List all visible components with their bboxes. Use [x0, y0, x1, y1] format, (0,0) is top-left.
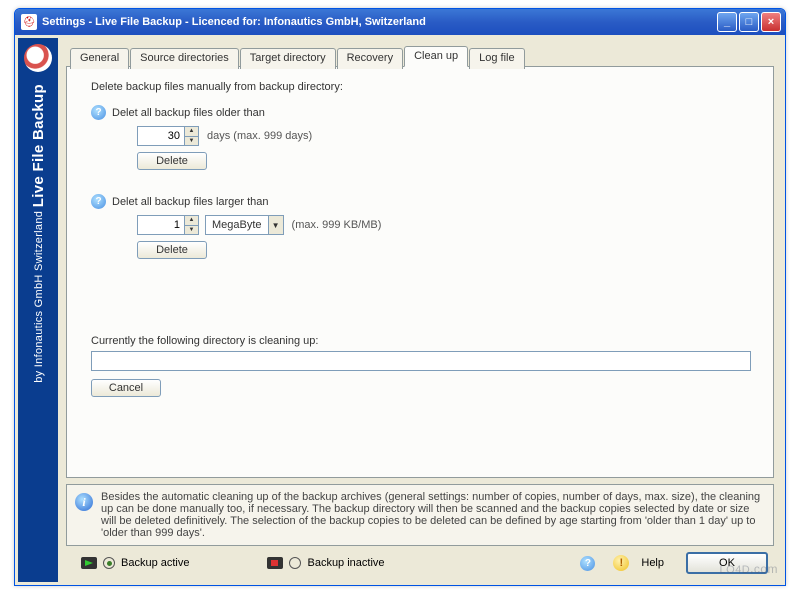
help-icon[interactable]: ?: [580, 556, 595, 571]
backup-inactive-radio[interactable]: Backup inactive: [256, 552, 395, 574]
stop-icon: [267, 557, 283, 569]
lifebuoy-icon: [24, 44, 52, 72]
older-label: Delet all backup files older than: [112, 107, 265, 119]
ok-button[interactable]: OK: [686, 552, 768, 574]
window-title: Settings - Live File Backup - Licenced f…: [42, 16, 715, 28]
tab-general[interactable]: General: [70, 48, 129, 69]
older-unit-hint: days (max. 999 days): [207, 130, 312, 142]
sidebar-caption: by Infonautics GmbH Switzerland Live Fil…: [30, 84, 47, 383]
cancel-button[interactable]: Cancel: [91, 379, 161, 397]
radio-off-icon: [289, 557, 301, 569]
app-icon: ⛑: [21, 14, 37, 30]
heading: Delete backup files manually from backup…: [91, 81, 753, 93]
current-directory-field[interactable]: [91, 351, 751, 371]
older-delete-button[interactable]: Delete: [137, 152, 207, 170]
tab-source-directories[interactable]: Source directories: [130, 48, 239, 69]
titlebar[interactable]: ⛑ Settings - Live File Backup - Licenced…: [15, 9, 785, 35]
settings-window: ⛑ Settings - Live File Backup - Licenced…: [14, 8, 786, 586]
tab-target-directory[interactable]: Target directory: [240, 48, 336, 69]
radio-on-icon: [103, 557, 115, 569]
spin-down-icon[interactable]: ▼: [185, 226, 198, 235]
larger-size-spinner[interactable]: ▲▼: [137, 215, 199, 235]
warning-icon: !: [613, 555, 629, 571]
tab-recovery[interactable]: Recovery: [337, 48, 403, 69]
close-button[interactable]: ×: [761, 12, 781, 32]
older-days-spinner[interactable]: ▲▼: [137, 126, 199, 146]
play-icon: [81, 557, 97, 569]
larger-delete-button[interactable]: Delete: [137, 241, 207, 259]
larger-label: Delet all backup files larger than: [112, 196, 269, 208]
info-text: Besides the automatic cleaning up of the…: [101, 491, 765, 539]
larger-unit-hint: (max. 999 KB/MB): [292, 219, 382, 231]
info-box: i Besides the automatic cleaning up of t…: [66, 484, 774, 546]
spin-up-icon[interactable]: ▲: [185, 127, 198, 137]
older-days-input[interactable]: [138, 127, 184, 145]
minimize-button[interactable]: _: [717, 12, 737, 32]
spin-up-icon[interactable]: ▲: [185, 216, 198, 226]
larger-size-input[interactable]: [138, 216, 184, 234]
tab-log-file[interactable]: Log file: [469, 48, 524, 69]
tab-clean-up[interactable]: Clean up: [404, 46, 468, 67]
help-label[interactable]: Help: [641, 557, 664, 569]
bottom-bar: Backup active Backup inactive ? ! Help O…: [66, 546, 774, 576]
help-icon[interactable]: ?: [91, 105, 106, 120]
larger-unit-value: MegaByte: [206, 219, 268, 231]
tabstrip: General Source directories Target direct…: [66, 46, 774, 67]
larger-unit-combo[interactable]: MegaByte ▼: [205, 215, 284, 235]
spin-down-icon[interactable]: ▼: [185, 137, 198, 146]
backup-active-radio[interactable]: Backup active: [70, 552, 200, 574]
sidebar: by Infonautics GmbH Switzerland Live Fil…: [18, 38, 58, 582]
current-label: Currently the following directory is cle…: [91, 335, 753, 347]
maximize-button[interactable]: □: [739, 12, 759, 32]
panel-clean-up: Delete backup files manually from backup…: [66, 66, 774, 478]
help-icon[interactable]: ?: [91, 194, 106, 209]
chevron-down-icon[interactable]: ▼: [268, 216, 283, 234]
info-icon: i: [75, 493, 93, 511]
